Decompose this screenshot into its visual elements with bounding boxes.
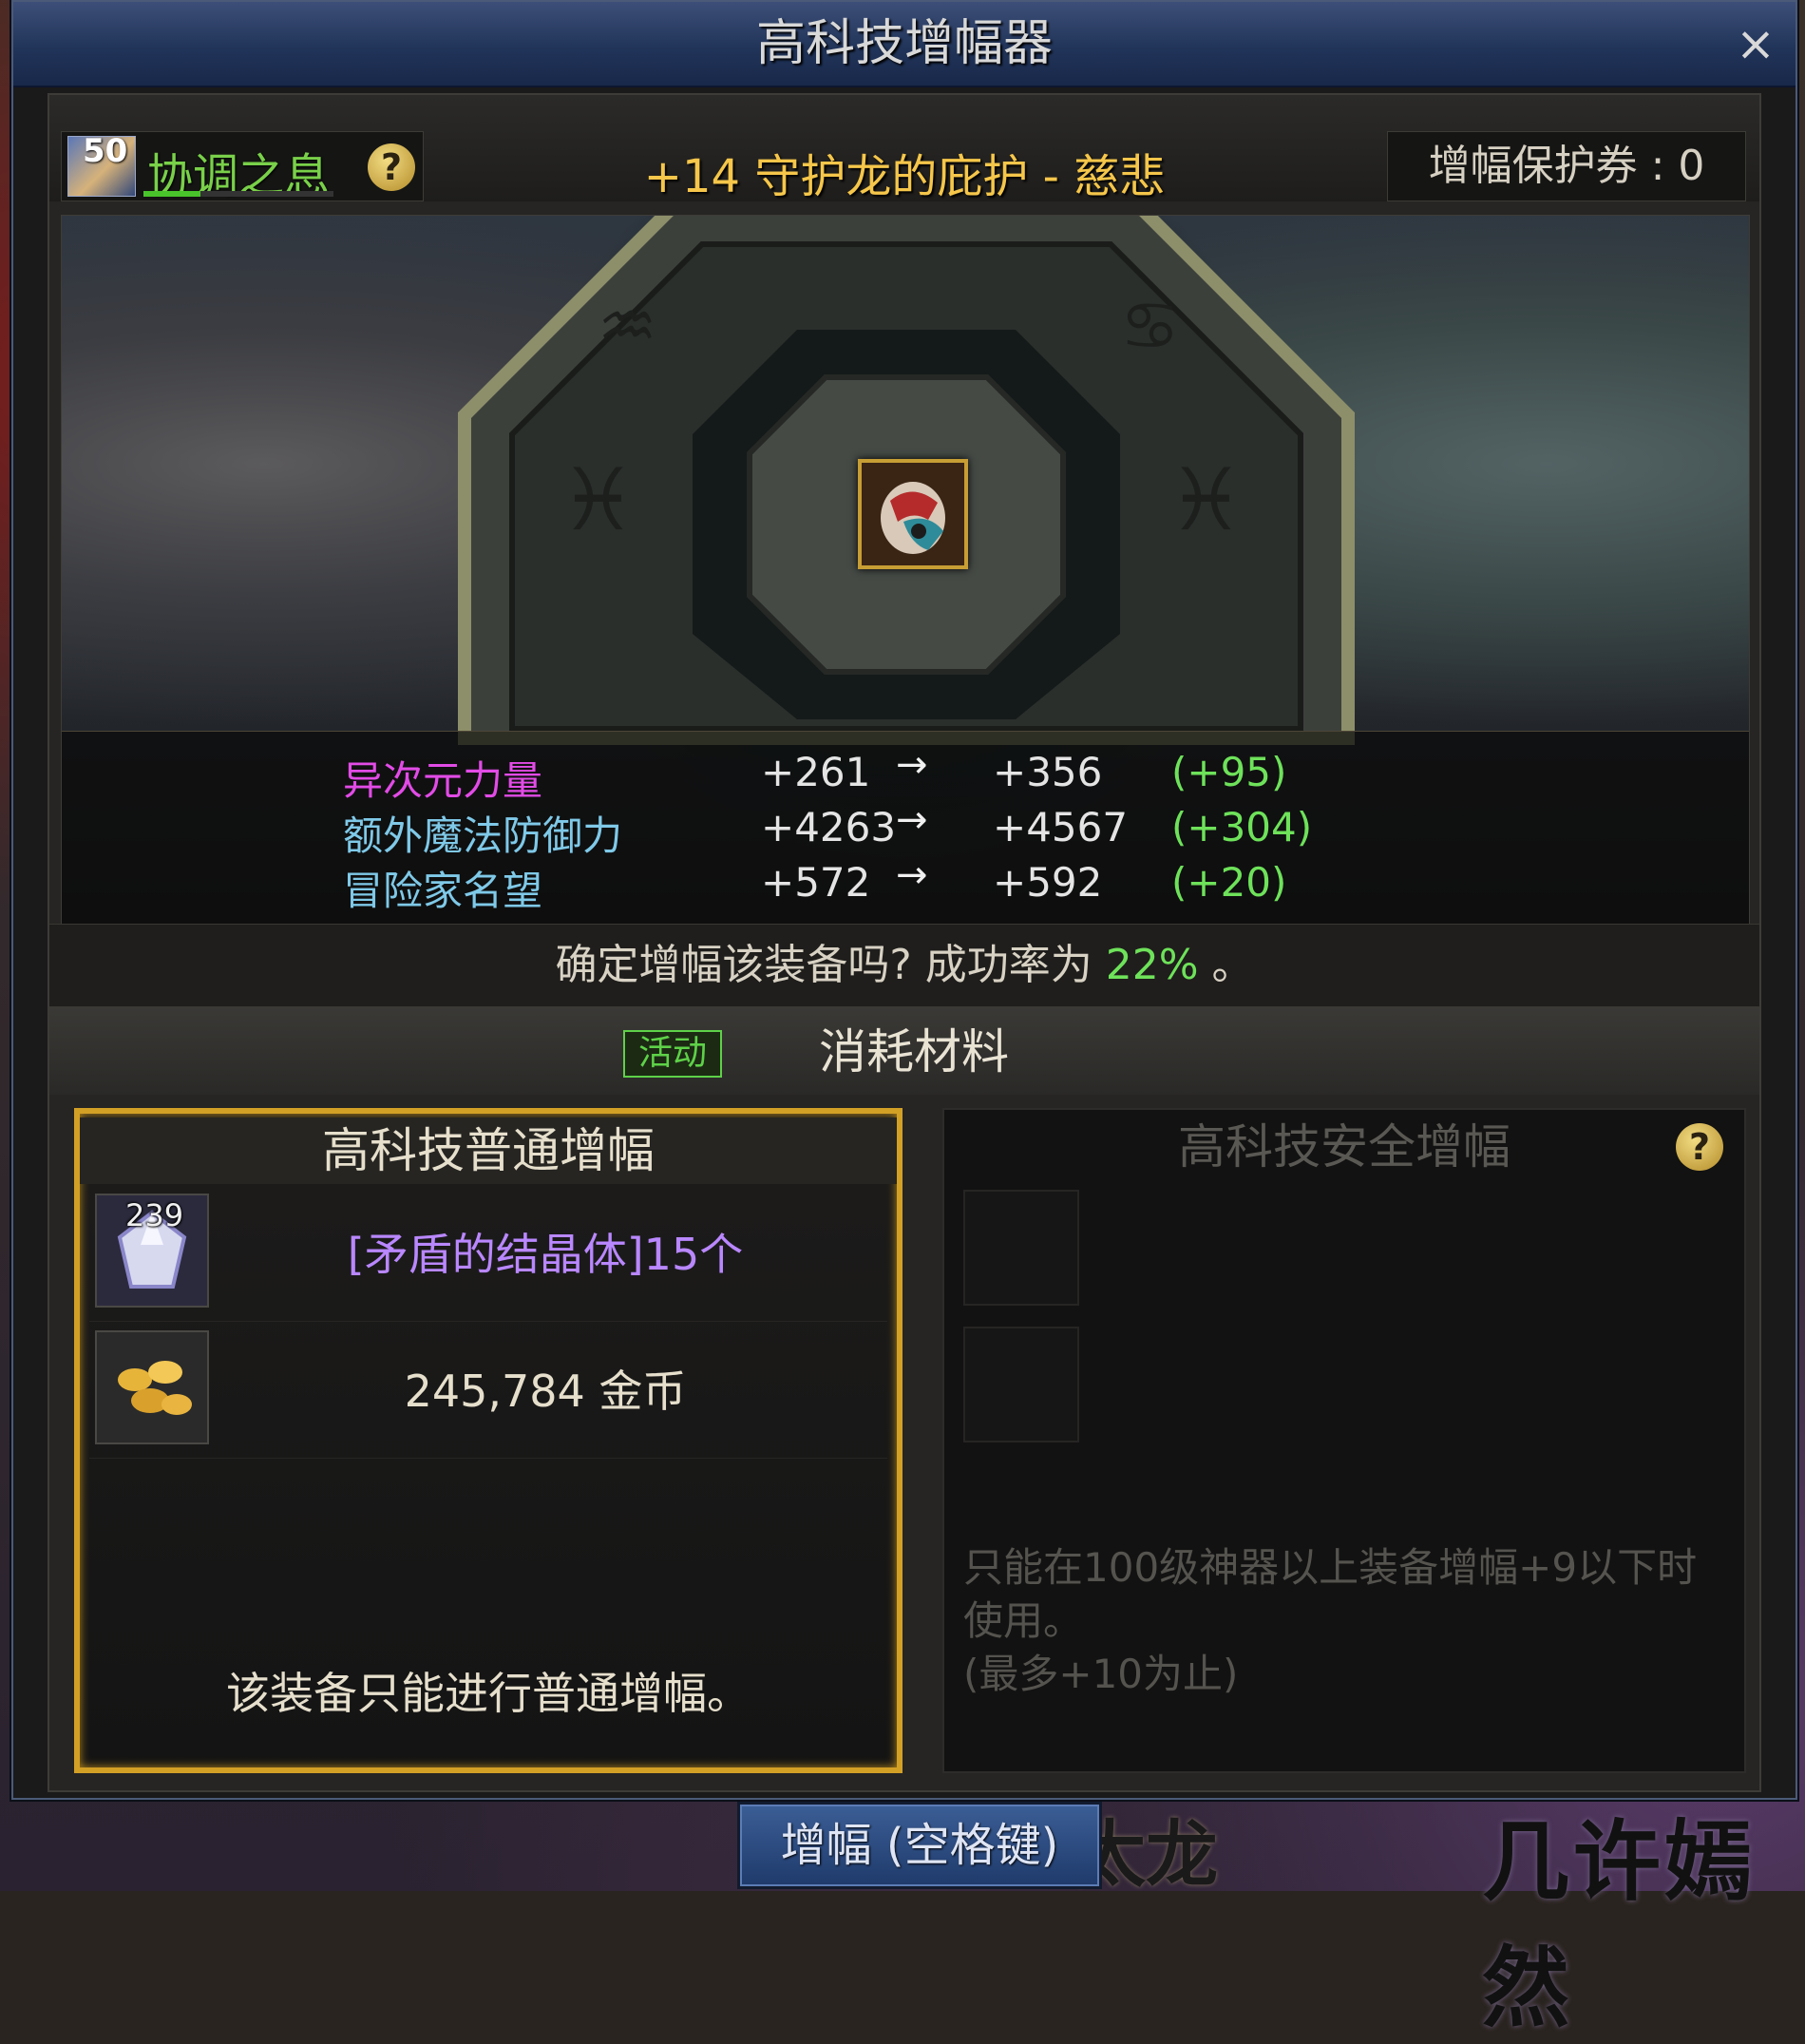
stat-difference: (+304): [1171, 804, 1313, 850]
description-line: 使用。: [963, 1597, 1084, 1644]
buff-level: 50: [83, 132, 128, 170]
svg-text:♋: ♋: [1120, 287, 1180, 365]
empty-material-slot: [963, 1190, 1079, 1306]
window-title: 高科技增幅器: [755, 15, 1053, 72]
arrow-icon: →: [896, 798, 928, 842]
safe-enhance-panel[interactable]: 高科技安全增幅 ? 只能在100级神器以上装备增幅+9以下时 使用。 (最多+1…: [942, 1108, 1746, 1773]
svg-text:♓: ♓: [560, 450, 636, 550]
material-slot[interactable]: [95, 1330, 209, 1444]
tab-bar: 活动 消耗材料: [49, 1007, 1759, 1095]
panel-title: 高科技普通增幅: [80, 1118, 897, 1184]
header-row: 50 协调之息 ? +14 守护龙的庇护 - 慈悲 增幅保护券 : 0: [49, 95, 1759, 203]
content-frame: 50 协调之息 ? +14 守护龙的庇护 - 慈悲 增幅保护券 : 0 ♓ ♓ …: [48, 93, 1761, 1792]
stat-row: 冒险家名望 +572 → +592 (+20): [62, 853, 1749, 914]
confirm-prefix: 确定增幅该装备吗? 成功率为: [555, 941, 1106, 989]
material-slot[interactable]: 239: [95, 1194, 209, 1308]
help-icon[interactable]: ?: [368, 143, 415, 191]
confirm-message: 确定增幅该装备吗? 成功率为 22% 。: [49, 924, 1759, 1007]
stat-row: 异次元力量 +261 → +356 (+95): [62, 743, 1749, 804]
enhance-scene: ♓ ♓ ♒ ♋ 异次元力量 +261 → +356 (+95) 额外魔法防御力 …: [61, 215, 1750, 926]
material-count: 239: [125, 1197, 184, 1233]
panel-title: 高科技安全增幅: [1178, 1119, 1510, 1175]
stat-row: 额外魔法防御力 +4263 → +4567 (+304): [62, 798, 1749, 859]
buff-progress-bar: [143, 191, 333, 197]
close-button[interactable]: ×: [1729, 17, 1782, 70]
material-row: 239 [矛盾的结晶体]15个: [89, 1188, 887, 1322]
buff-indicator[interactable]: 50 协调之息 ?: [61, 131, 424, 202]
buff-progress-fill: [143, 191, 200, 197]
material-label: 245,784 金币: [404, 1366, 687, 1417]
stat-new-value: +4567: [993, 804, 1129, 850]
help-icon[interactable]: ?: [1676, 1123, 1723, 1171]
stat-difference: (+20): [1171, 859, 1287, 906]
stat-old-value: +261: [761, 749, 871, 795]
tab-materials[interactable]: 消耗材料: [724, 1019, 1104, 1085]
stats-panel: 异次元力量 +261 → +356 (+95) 额外魔法防御力 +4263 → …: [62, 731, 1749, 925]
arrow-icon: →: [896, 743, 928, 787]
material-row: 245,784 金币: [89, 1325, 887, 1459]
description-line: 只能在100级神器以上装备增幅+9以下时: [963, 1544, 1698, 1591]
confirm-suffix: 。: [1198, 941, 1254, 989]
gold-coins-icon: [97, 1332, 207, 1442]
material-label: [矛盾的结晶体]15个: [347, 1229, 744, 1280]
empty-material-slot: [963, 1327, 1079, 1442]
svg-text:♒: ♒: [598, 287, 657, 365]
title-bar[interactable]: 高科技增幅器 ×: [13, 2, 1796, 87]
svg-text:♓: ♓: [1168, 450, 1244, 550]
stat-new-value: +592: [993, 859, 1103, 906]
enhancer-window: 高科技增幅器 × 50 协调之息 ? +14 守护龙的庇护 - 慈悲 增幅保护券…: [11, 0, 1797, 1800]
stat-difference: (+95): [1171, 749, 1287, 795]
tab-activity[interactable]: 活动: [623, 1030, 722, 1078]
stat-new-value: +356: [993, 749, 1103, 795]
success-rate: 22%: [1105, 941, 1199, 989]
equipment-slot[interactable]: [858, 459, 968, 569]
arrow-icon: →: [896, 853, 928, 897]
stat-name: 冒险家名望: [343, 868, 543, 914]
protection-ticket-count: 增幅保护券 : 0: [1387, 131, 1746, 201]
normal-enhance-note: 该装备只能进行普通增幅。: [226, 1668, 750, 1719]
helmet-icon: [862, 463, 964, 565]
stat-name: 异次元力量: [343, 757, 543, 804]
enhance-button[interactable]: 增幅 (空格键): [737, 1802, 1102, 1889]
normal-enhance-panel[interactable]: 高科技普通增幅 239 [矛盾的结晶体]15个 245,784 金币 该装备只能…: [74, 1108, 902, 1773]
stat-old-value: +4263: [761, 804, 897, 850]
stat-old-value: +572: [761, 859, 871, 906]
background-text: 几许嫣然: [1482, 1810, 1757, 2039]
description-line: (最多+10为止): [963, 1651, 1239, 1697]
safe-enhance-description: 只能在100级神器以上装备增幅+9以下时 使用。 (最多+10为止): [963, 1541, 1723, 1701]
item-name: +14 守护龙的庇护 - 慈悲: [643, 150, 1166, 203]
stat-name: 额外魔法防御力: [343, 812, 623, 859]
